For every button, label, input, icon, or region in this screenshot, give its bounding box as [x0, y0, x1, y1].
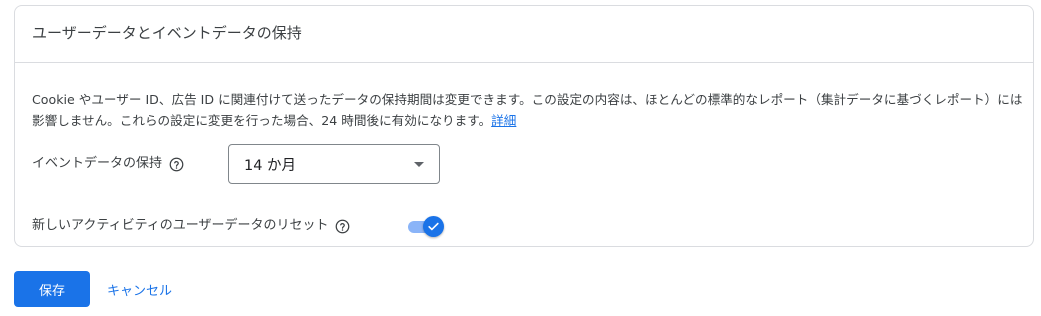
form-footer: 保存 キャンセル — [14, 271, 414, 307]
description-text: Cookie やユーザー ID、広告 ID に関連付けて送ったデータの保持期間は… — [32, 92, 1023, 128]
card-header: ユーザーデータとイベントデータの保持 — [15, 6, 1033, 63]
event-retention-label: イベントデータの保持 — [32, 156, 163, 171]
toggle-thumb — [423, 216, 444, 237]
event-retention-select[interactable]: 14 か月 — [228, 144, 440, 184]
cancel-button[interactable]: キャンセル — [100, 271, 179, 307]
checkmark-icon — [428, 222, 439, 231]
reset-user-data-toggle[interactable] — [408, 215, 444, 237]
event-retention-row: イベントデータの保持 14 か月 — [32, 144, 532, 184]
reset-user-data-label-group: 新しいアクティビティのユーザーデータのリセット — [32, 217, 351, 235]
help-circle-icon[interactable] — [335, 218, 351, 234]
dropdown-arrow-icon — [414, 162, 424, 167]
save-button[interactable]: 保存 — [14, 271, 90, 307]
learn-more-link[interactable]: 詳細 — [491, 113, 516, 128]
help-circle-icon[interactable] — [168, 156, 184, 172]
event-retention-select-value: 14 か月 — [244, 157, 297, 174]
reset-user-data-label: 新しいアクティビティのユーザーデータのリセット — [32, 218, 329, 233]
reset-user-data-row: 新しいアクティビティのユーザーデータのリセット — [32, 213, 532, 239]
event-retention-label-group: イベントデータの保持 — [32, 155, 184, 173]
data-retention-card: ユーザーデータとイベントデータの保持 Cookie やユーザー ID、広告 ID… — [14, 5, 1034, 247]
card-title: ユーザーデータとイベントデータの保持 — [32, 24, 302, 42]
description: Cookie やユーザー ID、広告 ID に関連付けて送ったデータの保持期間は… — [32, 89, 1030, 131]
